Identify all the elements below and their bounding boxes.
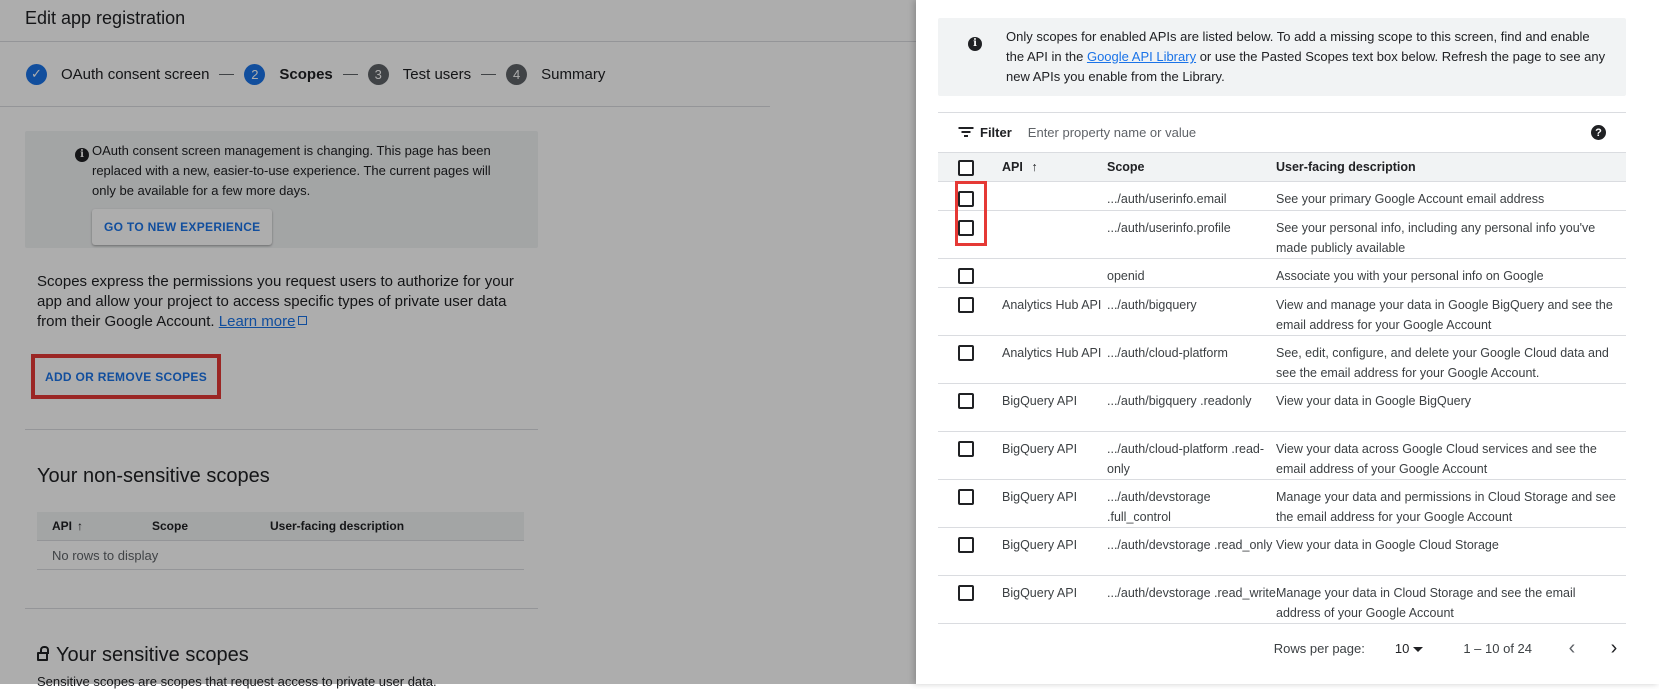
col-api-header[interactable]: API ↑ bbox=[1002, 160, 1107, 174]
row-description: Manage your data in Cloud Storage and se… bbox=[1276, 586, 1576, 620]
caret-down-icon bbox=[1413, 646, 1424, 652]
chevron-right-icon[interactable]: › bbox=[1602, 637, 1626, 660]
row-check-cell bbox=[938, 391, 1002, 409]
row-scope: .../auth/userinfo.email bbox=[1107, 192, 1227, 206]
row-api: Analytics Hub API bbox=[1002, 346, 1102, 360]
row-scope: .../auth/bigquery .readonly bbox=[1107, 394, 1252, 408]
table-row[interactable]: .../auth/userinfo.email See your primary … bbox=[938, 182, 1626, 211]
rows-per-page-select[interactable]: 10 bbox=[1394, 640, 1424, 656]
row-check-cell bbox=[938, 583, 1002, 601]
row-description: View your data in Google BigQuery bbox=[1276, 394, 1472, 408]
row-checkbox[interactable] bbox=[958, 585, 974, 601]
row-description: View your data in Google Cloud Storage bbox=[1276, 538, 1499, 552]
col-scope-header: Scope bbox=[1107, 160, 1145, 174]
row-checkbox[interactable] bbox=[958, 441, 974, 457]
table-row[interactable]: Analytics Hub API .../auth/cloud-platform… bbox=[938, 336, 1626, 384]
select-all-checkbox[interactable] bbox=[958, 160, 974, 176]
filter-bar: Filter ? bbox=[938, 112, 1626, 153]
table-row[interactable]: BigQuery API .../auth/devstorage .read_on… bbox=[938, 528, 1626, 576]
table-row[interactable]: openid Associate you with your personal i… bbox=[938, 259, 1626, 288]
enabled-apis-notice: i Only scopes for enabled APIs are liste… bbox=[938, 18, 1626, 96]
row-checkbox[interactable] bbox=[958, 489, 974, 505]
row-check-cell bbox=[938, 487, 1002, 505]
row-scope: .../auth/bigquery bbox=[1107, 298, 1197, 312]
row-scope: openid bbox=[1107, 269, 1145, 283]
row-description: See, edit, configure, and delete your Go… bbox=[1276, 346, 1609, 380]
row-check-cell bbox=[938, 439, 1002, 457]
row-checkbox[interactable] bbox=[958, 537, 974, 553]
filter-label: Filter bbox=[980, 125, 1012, 140]
row-scope: .../auth/devstorage .read_write bbox=[1107, 586, 1276, 600]
col-api-label: API bbox=[1002, 160, 1023, 174]
table-row[interactable]: BigQuery API .../auth/devstorage .full_co… bbox=[938, 480, 1626, 528]
row-api: BigQuery API bbox=[1002, 538, 1078, 552]
row-check-cell bbox=[938, 295, 1002, 313]
update-scopes-panel: i Only scopes for enabled APIs are liste… bbox=[916, 0, 1659, 684]
table-header: API ↑ Scope User-facing description bbox=[938, 153, 1626, 182]
row-scope: .../auth/devstorage .full_control bbox=[1107, 490, 1211, 524]
table-row[interactable]: BigQuery API .../auth/cloud-platform .rea… bbox=[938, 432, 1626, 480]
checkbox-highlight-box bbox=[955, 181, 987, 246]
row-description: See your primary Google Account email ad… bbox=[1276, 192, 1545, 206]
row-checkbox[interactable] bbox=[958, 268, 974, 284]
table-row[interactable]: Analytics Hub API .../auth/bigquery View a… bbox=[938, 288, 1626, 336]
row-api: Analytics Hub API bbox=[1002, 298, 1102, 312]
row-api: BigQuery API bbox=[1002, 490, 1078, 504]
table-row[interactable]: BigQuery API .../auth/devstorage .read_wr… bbox=[938, 576, 1626, 624]
filter-input[interactable] bbox=[1025, 124, 1546, 141]
rows-per-page-label: Rows per page: bbox=[1273, 640, 1365, 656]
row-api: BigQuery API bbox=[1002, 586, 1078, 600]
row-description: See your personal info, including any pe… bbox=[1276, 221, 1596, 255]
row-checkbox[interactable] bbox=[958, 345, 974, 361]
row-scope: .../auth/devstorage .read_only bbox=[1107, 538, 1273, 552]
col-desc-header: User-facing description bbox=[1276, 160, 1416, 174]
scopes-table: API ↑ Scope User-facing description .../… bbox=[938, 153, 1626, 624]
modal-scrim[interactable] bbox=[0, 0, 916, 684]
rows-per-page-value: 10 bbox=[1394, 640, 1410, 656]
table-row[interactable]: .../auth/userinfo.profile See your person… bbox=[938, 211, 1626, 259]
page-range: 1 – 10 of 24 bbox=[1463, 640, 1532, 656]
row-description: View and manage your data in Google BigQ… bbox=[1276, 298, 1613, 332]
row-scope: .../auth/userinfo.profile bbox=[1107, 221, 1231, 235]
help-icon[interactable]: ? bbox=[1591, 125, 1606, 140]
table-row[interactable]: BigQuery API .../auth/bigquery .readonly V… bbox=[938, 384, 1626, 432]
row-check-cell bbox=[938, 266, 1002, 284]
google-api-library-link[interactable]: Google API Library bbox=[1087, 49, 1196, 64]
info-icon: i bbox=[968, 37, 982, 51]
filter-icon bbox=[958, 127, 973, 138]
row-description: View your data across Google Cloud servi… bbox=[1276, 442, 1597, 476]
row-check-cell bbox=[938, 535, 1002, 553]
table-body: .../auth/userinfo.email See your primary … bbox=[938, 182, 1626, 624]
chevron-left-icon[interactable]: ‹ bbox=[1560, 637, 1584, 660]
row-scope: .../auth/cloud-platform bbox=[1107, 346, 1228, 360]
select-all-cell bbox=[938, 158, 1002, 176]
pagination: Rows per page: 10 1 – 10 of 24 ‹ › bbox=[938, 632, 1626, 664]
row-check-cell bbox=[938, 343, 1002, 361]
row-description: Manage your data and permissions in Clou… bbox=[1276, 490, 1616, 524]
arrow-up-icon: ↑ bbox=[1031, 160, 1038, 174]
row-description: Associate you with your personal info on… bbox=[1276, 269, 1544, 283]
row-api: BigQuery API bbox=[1002, 442, 1078, 456]
row-checkbox[interactable] bbox=[958, 393, 974, 409]
row-api: BigQuery API bbox=[1002, 394, 1078, 408]
row-scope: .../auth/cloud-platform .read-only bbox=[1107, 442, 1265, 476]
row-checkbox[interactable] bbox=[958, 297, 974, 313]
